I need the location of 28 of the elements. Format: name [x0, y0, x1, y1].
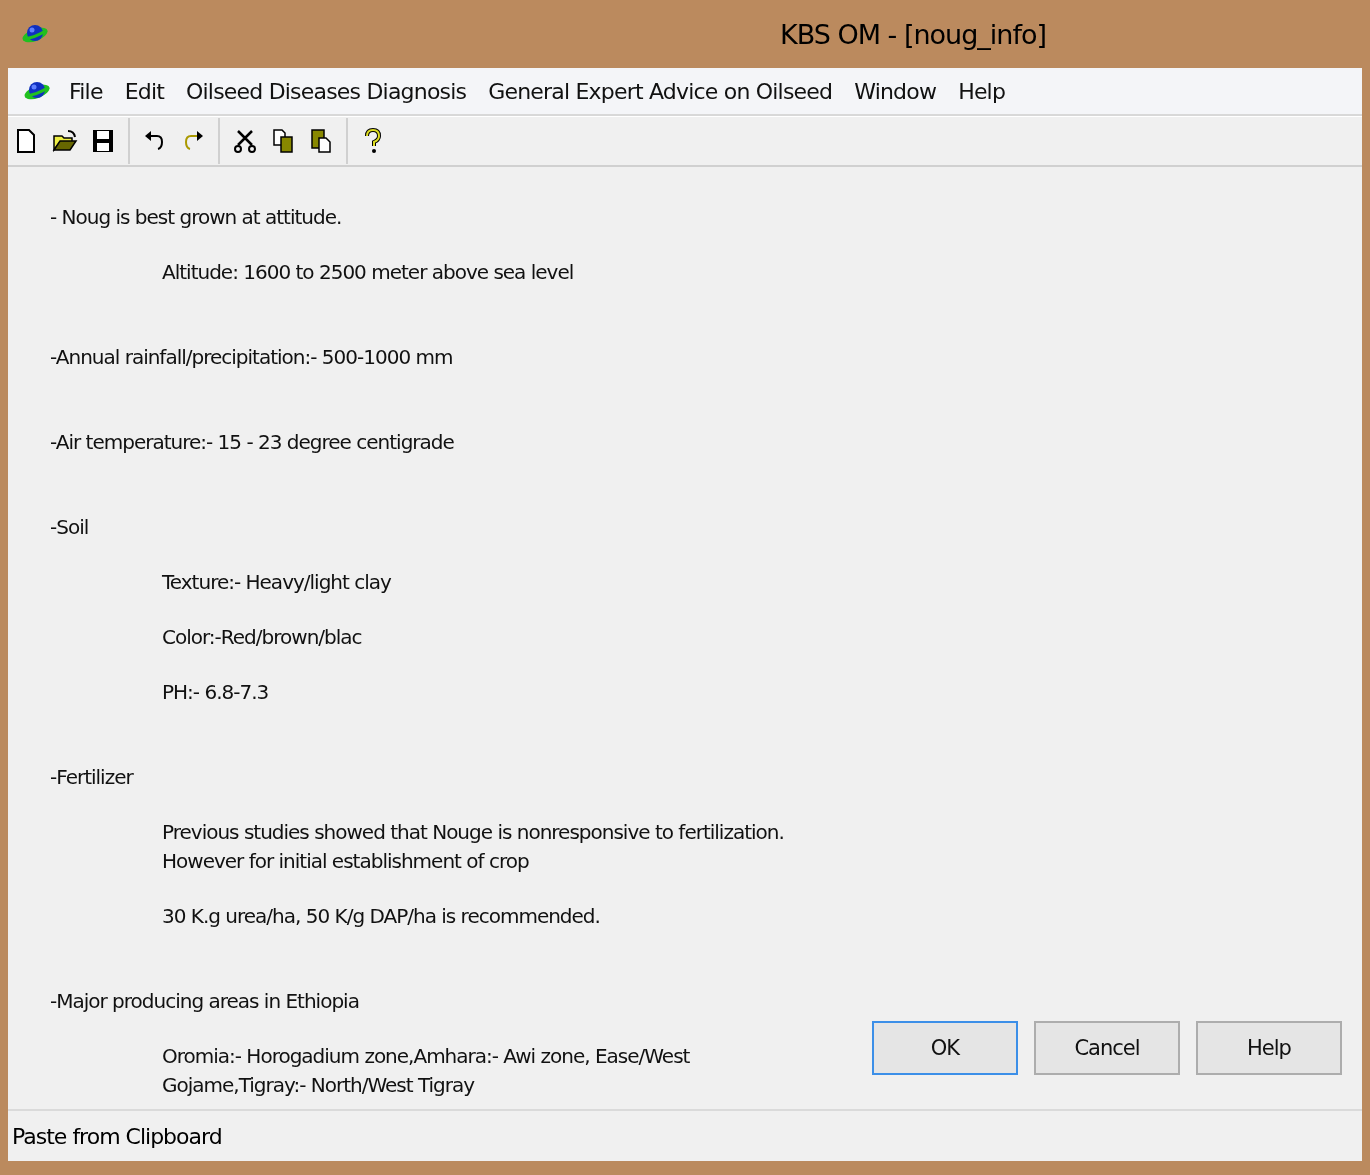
menu-item[interactable]: Oilseed Diseases Diagnosis — [175, 78, 478, 104]
dialog-button[interactable]: OK — [872, 1021, 1018, 1075]
status-bar: Paste from Clipboard — [8, 1109, 1362, 1161]
info-text: Texture:- Heavy/light clay — [162, 569, 391, 596]
window-title: KBS OM - [noug_info] — [779, 18, 1047, 50]
menu-item[interactable]: File — [58, 78, 114, 104]
info-text: 30 K.g urea/ha, 50 K/g DAP/ha is recommended. — [162, 903, 600, 930]
info-text: PH:- 6.8-7.3 — [162, 679, 269, 706]
paste-icon[interactable] — [308, 128, 334, 154]
info-text: Altitude: 1600 to 2500 meter above sea level — [162, 259, 574, 286]
section-heading: -Soil — [50, 514, 89, 541]
menu-item[interactable]: Edit — [113, 78, 176, 104]
info-text: Oromia:- Horogadium zone,Amhara:- Awi zone, Ease/West Gojame,Tigray:- North/West Tigray — [162, 1043, 690, 1099]
menu-item[interactable]: Help — [947, 78, 1017, 104]
section-heading: -Air temperature:- 15 - 23 degree centigrade — [50, 429, 454, 456]
section-heading: - Noug is best grown at attitude. — [50, 204, 342, 231]
section-heading: -Major producing areas in Ethiopia — [50, 988, 359, 1015]
copy-icon[interactable] — [270, 128, 296, 154]
info-text: Previous studies showed that Nouge is nonresponsive to fertilization. However for initial establishment of crop — [162, 819, 784, 875]
scissors-icon[interactable] — [232, 128, 258, 154]
section-heading: -Fertilizer — [50, 764, 133, 791]
menu-item[interactable]: General Expert Advice on Oilseed — [477, 78, 844, 104]
dialog-button[interactable]: Help — [1196, 1021, 1342, 1075]
dialog-button[interactable]: Cancel — [1034, 1021, 1180, 1075]
info-text: Color:-Red/brown/blac — [162, 624, 362, 651]
menu-item[interactable]: Window — [843, 78, 948, 104]
open-folder-icon[interactable] — [52, 128, 78, 154]
section-heading: -Annual rainfall/precipitation:- 500-1000 mm — [50, 344, 453, 371]
